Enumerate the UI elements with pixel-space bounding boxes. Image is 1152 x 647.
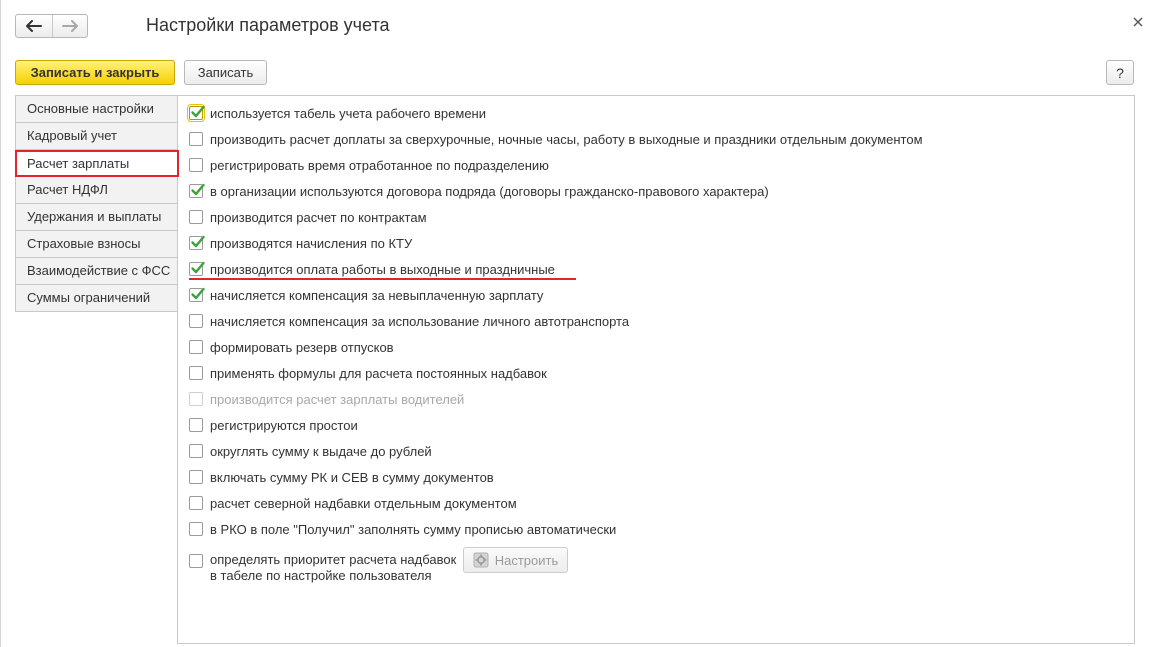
option-item[interactable]: производится оплата работы в выходные и … [189,260,555,278]
checkbox[interactable] [189,366,203,380]
option-label: производится оплата работы в выходные и … [210,261,555,277]
option-label: производить расчет доплаты за сверхурочн… [210,131,923,147]
option-label: регистрировать время отработанное по под… [210,157,549,173]
sidebar-item[interactable]: Удержания и выплаты [15,204,177,231]
checkbox [189,392,203,406]
option-item[interactable]: производится расчет по контрактам [189,208,427,226]
checkmark-icon [191,261,205,274]
checkbox[interactable] [189,235,205,250]
checkbox[interactable] [189,470,203,484]
option-label: производится расчет зарплаты водителей [210,391,465,407]
navigation-buttons [15,14,88,38]
option-item: производится расчет зарплаты водителей [189,390,464,408]
option-label: включать сумму РК и СЕВ в сумму документ… [210,469,494,485]
highlight-underline [189,278,576,280]
checkbox[interactable] [189,287,205,302]
option-item[interactable]: округлять сумму к выдаче до рублей [189,442,432,460]
checkbox[interactable] [189,210,203,224]
option-label: в организации используются договора подр… [210,183,769,199]
help-button[interactable]: ? [1106,60,1134,85]
arrow-left-icon [25,20,42,32]
checkmark-icon [191,105,205,118]
option-item[interactable]: включать сумму РК и СЕВ в сумму документ… [189,468,494,486]
checkbox[interactable] [189,418,203,432]
checkbox[interactable] [189,522,203,536]
option-item[interactable]: расчет северной надбавки отдельным докум… [189,494,517,512]
checkmark-icon [191,183,205,196]
checkmark-icon [191,287,205,300]
sidebar-item[interactable]: Основные настройки [15,96,177,123]
option-label: используется табель учета рабочего време… [210,105,486,121]
configure-button-label: Настроить [494,552,559,568]
option-item[interactable]: используется табель учета рабочего време… [187,104,486,122]
option-item[interactable]: начисляется компенсация за невыплаченную… [189,286,543,304]
option-item[interactable]: производить расчет доплаты за сверхурочн… [189,130,923,148]
settings-window: Настройки параметров учета Записать и за… [0,0,1152,647]
checkbox[interactable] [187,104,205,122]
sidebar-item[interactable]: Страховые взносы [15,231,177,258]
sections-sidebar: Основные настройки Кадровый учет Расчет за… [15,95,179,312]
checkbox[interactable] [189,132,203,146]
checkbox[interactable] [189,444,203,458]
option-item[interactable]: производятся начисления по КТУ [189,234,412,252]
option-label-line2: в табеле по настройке пользователя [210,568,432,583]
checkbox[interactable] [189,314,203,328]
option-item[interactable]: формировать резерв отпусков [189,338,394,356]
option-label: производятся начисления по КТУ [210,235,413,251]
sidebar-item[interactable]: Расчет зарплаты [15,150,179,177]
option-label: расчет северной надбавки отдельным докум… [210,495,517,511]
option-item[interactable]: в РКО в поле "Получил" заполнять сумму п… [189,520,616,538]
option-label: начисляется компенсация за невыплаченную… [210,287,544,303]
sidebar-item[interactable]: Расчет НДФЛ [15,177,177,204]
checkmark-icon [191,235,205,248]
save-and-close-button[interactable]: Записать и закрыть [15,60,175,85]
sidebar-item[interactable]: Суммы ограничений [15,285,177,312]
option-priority-allowances[interactable]: определять приоритет расчета надбавок в … [189,552,456,588]
sidebar-item[interactable]: Кадровый учет [15,123,177,150]
option-label: округлять сумму к выдаче до рублей [210,443,432,459]
close-icon [1133,17,1143,27]
option-label: производится расчет по контрактам [210,209,427,225]
option-item[interactable]: регистрировать время отработанное по под… [189,156,549,174]
save-button[interactable]: Записать [184,60,267,85]
option-label: в РКО в поле "Получил" заполнять сумму п… [210,521,617,537]
option-item[interactable]: регистрируются простои [189,416,358,434]
option-item[interactable]: в организации используются договора подр… [189,182,769,200]
option-label: начисляется компенсация за использование… [210,313,630,329]
window-title: Настройки параметров учета [146,15,390,35]
option-label: применять формулы для расчета постоянных… [210,365,547,381]
back-button[interactable] [16,15,52,37]
forward-button[interactable] [51,15,88,37]
option-item[interactable]: применять формулы для расчета постоянных… [189,364,547,382]
close-button[interactable] [1130,14,1146,30]
sidebar-item[interactable]: Взаимодействие с ФСС [15,258,177,285]
checkbox[interactable] [189,183,205,198]
option-label: формировать резерв отпусков [210,339,394,355]
option-label: регистрируются простои [210,417,358,433]
checkbox[interactable] [189,261,205,276]
option-label-line1: определять приоритет расчета надбавок [210,552,457,567]
checkbox[interactable] [189,496,203,510]
checkbox[interactable] [189,554,203,568]
configure-button[interactable]: Настроить [463,547,568,573]
checkbox[interactable] [189,340,203,354]
settings-icon [473,552,489,568]
arrow-right-icon [61,20,78,32]
checkbox[interactable] [189,158,203,172]
option-item[interactable]: начисляется компенсация за использование… [189,312,629,330]
